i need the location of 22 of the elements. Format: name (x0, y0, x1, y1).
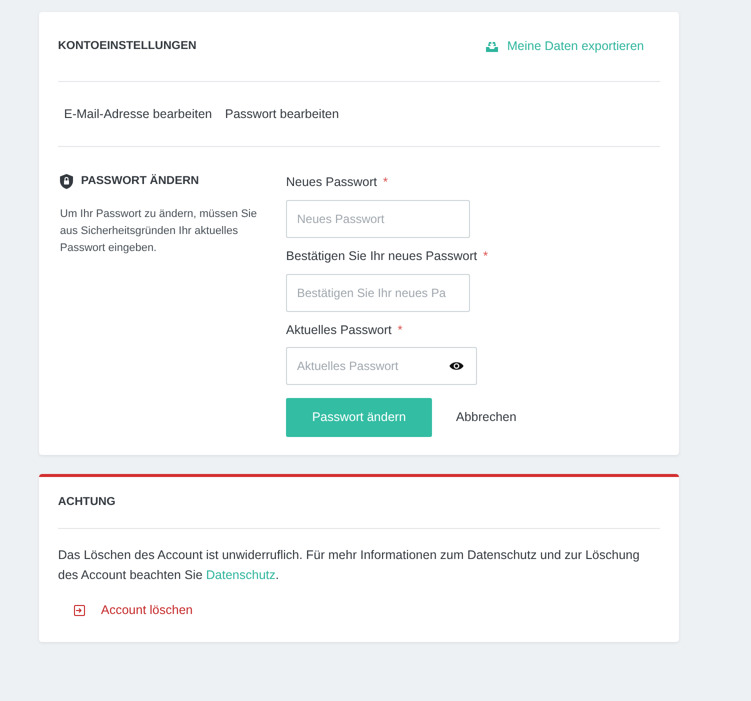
card-title: ACHTUNG (58, 495, 116, 510)
required-mark: * (383, 175, 388, 189)
shield-lock-icon (60, 174, 73, 190)
required-mark: * (398, 322, 402, 336)
delete-account-link[interactable]: Account löschen (74, 601, 193, 620)
section-title: PASSWORT ÄNDERN (81, 173, 199, 189)
field-label: Aktuelles Passwort (286, 322, 392, 336)
password-field[interactable]: Aktuelles Passwort (286, 347, 477, 386)
password-field[interactable]: Neues Passwort (286, 200, 470, 238)
exit-icon (74, 605, 85, 616)
tab-link[interactable]: Passwort bearbeiten (225, 104, 339, 124)
password-field[interactable]: Bestätigen Sie Ihr neues Pa (286, 274, 470, 312)
warning-text: Das Löschen des Account ist unwiderruflich. Für mehr Informationen zum Datenschutz und zur Löschung des Account beachten Sie Datenschutz. (58, 547, 641, 584)
eye-icon[interactable] (449, 361, 464, 372)
required-mark: * (483, 248, 488, 263)
card-title: KONTOEINSTELLUNGEN (58, 38, 196, 54)
cancel-link[interactable]: Abbrechen (456, 408, 516, 428)
section-description: Um Ihr Passwort zu ändern, müssen Sie aus Sicherheitsgründen Ihr aktuelles Passwort eingeben. (60, 207, 258, 256)
field-label: Bestätigen Sie Ihr neues Passwort (286, 248, 478, 263)
download-tray-icon (485, 40, 500, 52)
field-label: Neues Passwort (286, 175, 378, 189)
tab-link[interactable]: E-Mail-Adresse bearbeiten (64, 104, 212, 124)
